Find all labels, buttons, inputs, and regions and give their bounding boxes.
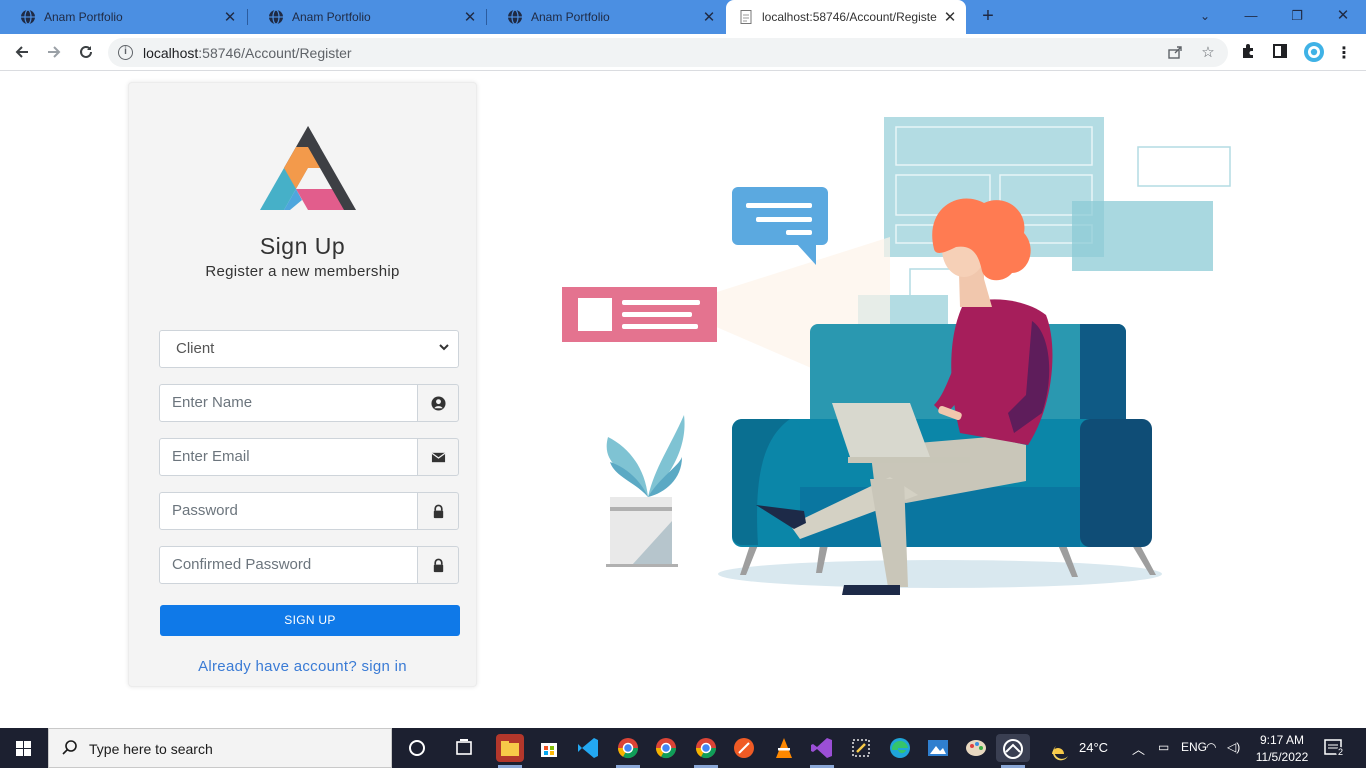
email-field-group: Enter Email — [159, 438, 459, 476]
reload-icon[interactable] — [74, 40, 98, 64]
close-window-button[interactable]: ✕ — [1320, 4, 1366, 28]
tab-title: Anam Portfolio — [44, 10, 123, 24]
cortana-icon[interactable] — [403, 734, 431, 762]
taskbar-search-box[interactable]: Type here to search — [48, 728, 392, 768]
file-explorer-icon[interactable] — [496, 734, 524, 762]
confirm-password-addon — [417, 546, 459, 584]
wifi-icon[interactable]: ◠ — [1206, 740, 1216, 760]
photos-icon[interactable] — [924, 734, 952, 762]
chrome-icon[interactable] — [652, 734, 680, 762]
clock[interactable]: 9:17 AM 11/5/2022 — [1250, 732, 1314, 766]
back-arrow-icon[interactable] — [10, 40, 34, 64]
bookmark-star-icon[interactable]: ☆ — [1199, 44, 1217, 62]
tab-close-icon[interactable]: ✕ — [940, 8, 960, 26]
email-input[interactable]: Enter Email — [159, 438, 418, 476]
browser-tab-strip: Anam Portfolio ✕ Anam Portfolio ✕ Anam P… — [0, 0, 1366, 34]
forward-arrow-icon[interactable] — [42, 40, 66, 64]
role-select[interactable]: Client — [159, 330, 459, 368]
envelope-icon — [431, 452, 446, 463]
page-content: Sign Up Register a new membership Client… — [0, 72, 1366, 728]
signin-link[interactable]: Already have account? sign in — [134, 658, 471, 675]
windows-taskbar: Type here to search 24°C ︿ ▭ ENG ◠ ◁) 9:… — [0, 728, 1366, 768]
name-field-group: Enter Name — [159, 384, 459, 422]
signup-button[interactable]: SIGN UP — [160, 605, 460, 636]
brand-logo — [260, 126, 356, 210]
profile-avatar[interactable] — [1302, 41, 1326, 65]
notification-icon[interactable]: 2 — [1322, 737, 1346, 759]
password-input[interactable]: Password — [159, 492, 418, 530]
snip-tool-icon[interactable] — [996, 734, 1030, 762]
role-select-value: Client — [176, 340, 215, 357]
page-title: Sign Up — [259, 233, 346, 259]
chrome-profile-icon[interactable] — [614, 734, 642, 762]
tools-icon[interactable] — [847, 734, 875, 762]
tab-search-icon[interactable]: ⌄ — [1182, 4, 1228, 28]
password-field-group: Password — [159, 492, 459, 530]
vlc-icon[interactable] — [770, 734, 798, 762]
globe-icon — [269, 9, 283, 25]
store-icon[interactable] — [535, 734, 563, 762]
search-placeholder: Type here to search — [89, 741, 213, 757]
person-on-sofa-illustration — [562, 117, 1231, 595]
name-addon — [417, 384, 459, 422]
tab-close-icon[interactable]: ✕ — [220, 8, 240, 26]
lock-icon — [433, 558, 444, 573]
extensions-puzzle-icon[interactable] — [1237, 43, 1259, 65]
visual-studio-icon[interactable] — [808, 734, 836, 762]
confirm-password-input[interactable]: Confirmed Password — [159, 546, 418, 584]
vscode-icon[interactable] — [574, 734, 602, 762]
weather-icon[interactable] — [1046, 728, 1074, 768]
more-menu-icon[interactable]: ⋮ — [1333, 43, 1355, 65]
confirm-password-field-group: Confirmed Password — [159, 546, 459, 584]
language-indicator[interactable]: ENG — [1181, 740, 1207, 760]
clock-time: 9:17 AM — [1259, 733, 1305, 747]
page-icon — [740, 10, 752, 24]
globe-icon — [21, 9, 35, 25]
weather-temperature[interactable]: 24°C — [1079, 740, 1108, 760]
browser-tab[interactable]: Anam Portfolio ✕ — [0, 0, 246, 34]
notification-count: 2 — [1336, 747, 1346, 757]
edge-icon[interactable] — [886, 734, 914, 762]
browser-toolbar: i localhost:58746/Account/Register ☆ ⋮ — [0, 34, 1366, 71]
chrome-profile-2-icon[interactable] — [692, 734, 720, 762]
name-input[interactable]: Enter Name — [159, 384, 418, 422]
site-info-icon[interactable]: i — [118, 45, 133, 60]
task-view-icon[interactable] — [450, 734, 478, 762]
minimize-button[interactable]: — — [1228, 4, 1274, 28]
address-bar[interactable]: i localhost:58746/Account/Register ☆ — [108, 38, 1228, 67]
page-subtitle: Register a new membership — [205, 263, 400, 280]
paint-icon[interactable] — [962, 734, 990, 762]
password-addon — [417, 492, 459, 530]
tab-close-icon[interactable]: ✕ — [460, 8, 480, 26]
meet-icon[interactable]: ▭ — [1158, 740, 1169, 760]
globe-icon — [508, 9, 522, 25]
share-icon[interactable] — [1166, 44, 1184, 62]
browser-tab[interactable]: Anam Portfolio ✕ — [248, 0, 486, 34]
user-circle-icon — [431, 396, 446, 411]
side-panel-icon[interactable] — [1269, 43, 1291, 65]
restore-button[interactable]: ❐ — [1274, 4, 1320, 28]
search-icon — [62, 740, 77, 755]
volume-icon[interactable]: ◁) — [1227, 740, 1240, 760]
tab-close-icon[interactable]: ✕ — [699, 8, 719, 26]
windows-logo-icon — [16, 741, 31, 756]
tab-title: localhost:58746/Account/Registe — [762, 10, 937, 24]
new-tab-button[interactable]: + — [977, 5, 999, 27]
tray-chevron-up-icon[interactable]: ︿ — [1132, 739, 1145, 759]
tab-title: Anam Portfolio — [292, 10, 371, 24]
lock-icon — [433, 504, 444, 519]
windows-start-button[interactable] — [0, 728, 48, 768]
postman-icon[interactable] — [730, 734, 758, 762]
signup-card: Sign Up Register a new membership Client… — [128, 82, 477, 687]
browser-tab-active[interactable]: localhost:58746/Account/Registe ✕ — [726, 0, 966, 34]
browser-tab[interactable]: Anam Portfolio ✕ — [487, 0, 725, 34]
tab-title: Anam Portfolio — [531, 10, 610, 24]
email-addon — [417, 438, 459, 476]
clock-date: 11/5/2022 — [1255, 750, 1309, 764]
url-text: localhost:58746/Account/Register — [143, 45, 352, 61]
chevron-down-icon — [438, 341, 450, 356]
